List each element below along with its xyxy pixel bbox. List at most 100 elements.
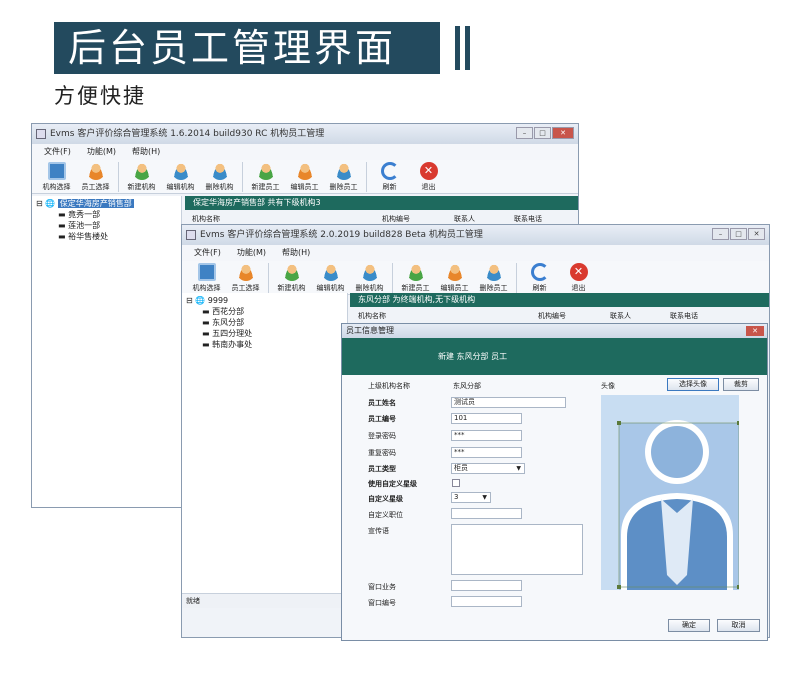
tree-item[interactable]: ▬ 东风分部 <box>186 317 343 328</box>
slogan-textarea[interactable] <box>451 524 583 575</box>
staff-type-label: 员工类型 <box>368 465 396 473</box>
menu-file[interactable]: 文件(F) <box>194 245 221 261</box>
avatar-photo[interactable] <box>601 395 741 590</box>
close-button[interactable]: ✕ <box>552 127 574 139</box>
toolbar-separator <box>242 162 243 192</box>
banner-bar-1 <box>455 26 460 70</box>
maximize-button[interactable]: □ <box>534 127 551 139</box>
menu-function[interactable]: 功能(M) <box>87 144 116 160</box>
ok-button[interactable]: 确定 <box>668 619 710 632</box>
maximize-button[interactable]: □ <box>730 228 747 240</box>
dialog-title: 员工信息管理 <box>346 326 394 335</box>
org-select-button[interactable]: 机构选择 <box>188 261 225 293</box>
col-org-id[interactable]: 机构编号 <box>382 214 454 224</box>
toolbar-separator <box>392 263 393 293</box>
banner-subtitle: 方便快捷 <box>54 84 146 108</box>
staff-select-button[interactable]: 员工选择 <box>77 160 114 192</box>
menu-help[interactable]: 帮助(H) <box>282 245 310 261</box>
staff-id-field[interactable]: 101 <box>451 413 522 424</box>
delete-org-button[interactable]: 删除机构 <box>351 261 388 293</box>
toolbar-separator <box>118 162 119 192</box>
org-select-icon <box>47 162 66 180</box>
tree-item[interactable]: ▬ 韩南办事处 <box>186 339 343 350</box>
col-contact[interactable]: 联系人 <box>610 311 670 321</box>
window-business-field[interactable] <box>451 580 522 591</box>
col-org-id[interactable]: 机构编号 <box>538 311 610 321</box>
tree-item[interactable]: ▬ 五四分理处 <box>186 328 343 339</box>
delete-staff-icon <box>334 162 353 180</box>
col-org-name[interactable]: 机构名称 <box>192 214 382 224</box>
delete-staff-button[interactable]: 删除员工 <box>475 261 512 293</box>
minimize-button[interactable]: – <box>712 228 729 240</box>
menu-function[interactable]: 功能(M) <box>237 245 266 261</box>
col-org-name[interactable]: 机构名称 <box>358 311 538 321</box>
custom-star-checkbox[interactable] <box>452 479 460 487</box>
position-field[interactable] <box>451 508 522 519</box>
tree-root[interactable]: ⊟ 🌐 9999 <box>186 295 343 306</box>
col-phone[interactable]: 联系电话 <box>670 311 698 321</box>
new-staff-button[interactable]: 新建员工 <box>397 261 434 293</box>
col-contact[interactable]: 联系人 <box>454 214 514 224</box>
menu-file[interactable]: 文件(F) <box>44 144 71 160</box>
photo-label: 头像 <box>601 382 615 390</box>
refresh-button[interactable]: 刷新 <box>371 160 408 192</box>
window-number-label: 窗口编号 <box>368 599 396 607</box>
edit-org-icon <box>321 263 340 281</box>
star-level-select[interactable]: 3 ▼ <box>451 492 491 503</box>
exit-button[interactable]: 退出 <box>560 261 597 293</box>
edit-staff-button[interactable]: 编辑员工 <box>436 261 473 293</box>
refresh-button[interactable]: 刷新 <box>521 261 558 293</box>
refresh-icon <box>380 162 399 180</box>
exit-button[interactable]: 退出 <box>410 160 447 192</box>
new-org-button[interactable]: 新建机构 <box>123 160 160 192</box>
edit-org-icon <box>171 162 190 180</box>
custom-star-label: 使用自定义星级 <box>368 480 417 488</box>
login-password-field[interactable]: *** <box>451 430 522 441</box>
edit-staff-button[interactable]: 编辑员工 <box>286 160 323 192</box>
cancel-button[interactable]: 取消 <box>717 619 760 632</box>
tree-item[interactable]: ▬ 莲池一部 <box>36 220 177 231</box>
front-menubar: 文件(F) 功能(M) 帮助(H) <box>182 245 769 261</box>
new-org-button[interactable]: 新建机构 <box>273 261 310 293</box>
new-staff-button[interactable]: 新建员工 <box>247 160 284 192</box>
tree-item[interactable]: ▬ 竟秀一部 <box>36 209 177 220</box>
dialog-titlebar[interactable]: 员工信息管理 ✕ <box>342 324 767 338</box>
parent-org-value: 东风分部 <box>453 382 481 390</box>
new-staff-icon <box>406 263 425 281</box>
repeat-password-field[interactable]: *** <box>451 447 522 458</box>
delete-org-button[interactable]: 删除机构 <box>201 160 238 192</box>
repeat-password-label: 重复密码 <box>368 449 396 457</box>
front-column-headers: 机构名称 机构编号 联系人 联系电话 <box>358 311 698 321</box>
tree-item[interactable]: ▬ 裕华售楼处 <box>36 231 177 242</box>
tree-item[interactable]: ▬ 西花分部 <box>186 306 343 317</box>
toolbar-separator <box>268 263 269 293</box>
select-photo-button[interactable]: 选择头像 <box>667 378 719 391</box>
delete-staff-icon <box>484 263 503 281</box>
tree-root[interactable]: ⊟ 🌐 保定华海房产销售部 <box>36 198 177 209</box>
name-field[interactable]: 测试员 <box>451 397 566 408</box>
back-column-headers: 机构名称 机构编号 联系人 联系电话 <box>192 214 542 224</box>
edit-org-button[interactable]: 编辑机构 <box>162 160 199 192</box>
org-icon: 🌐 <box>45 199 56 208</box>
exit-icon <box>569 263 588 281</box>
edit-org-button[interactable]: 编辑机构 <box>312 261 349 293</box>
menu-help[interactable]: 帮助(H) <box>132 144 160 160</box>
app-icon <box>186 230 196 240</box>
front-window-titlebar[interactable]: Evms 客户评价综合管理系统 2.0.2019 build828 Beta 机… <box>182 225 769 245</box>
refresh-icon <box>530 263 549 281</box>
login-password-label: 登录密码 <box>368 432 396 440</box>
minimize-button[interactable]: – <box>516 127 533 139</box>
window-number-field[interactable] <box>451 596 522 607</box>
dialog-close-button[interactable]: ✕ <box>746 326 764 336</box>
back-window-titlebar[interactable]: Evms 客户评价综合管理系统 1.6.2014 build930 RC 机构员… <box>32 124 578 144</box>
toolbar-separator <box>516 263 517 293</box>
staff-type-select[interactable]: 柜员 ▼ <box>451 463 525 474</box>
front-window-title: Evms 客户评价综合管理系统 2.0.2019 build828 Beta 机… <box>200 230 483 240</box>
close-button[interactable]: ✕ <box>748 228 765 240</box>
col-phone[interactable]: 联系电话 <box>514 214 542 224</box>
name-label: 员工姓名 <box>368 399 396 407</box>
crop-button[interactable]: 裁剪 <box>723 378 759 391</box>
staff-select-button[interactable]: 员工选择 <box>227 261 264 293</box>
delete-staff-button[interactable]: 删除员工 <box>325 160 362 192</box>
org-select-button[interactable]: 机构选择 <box>38 160 75 192</box>
